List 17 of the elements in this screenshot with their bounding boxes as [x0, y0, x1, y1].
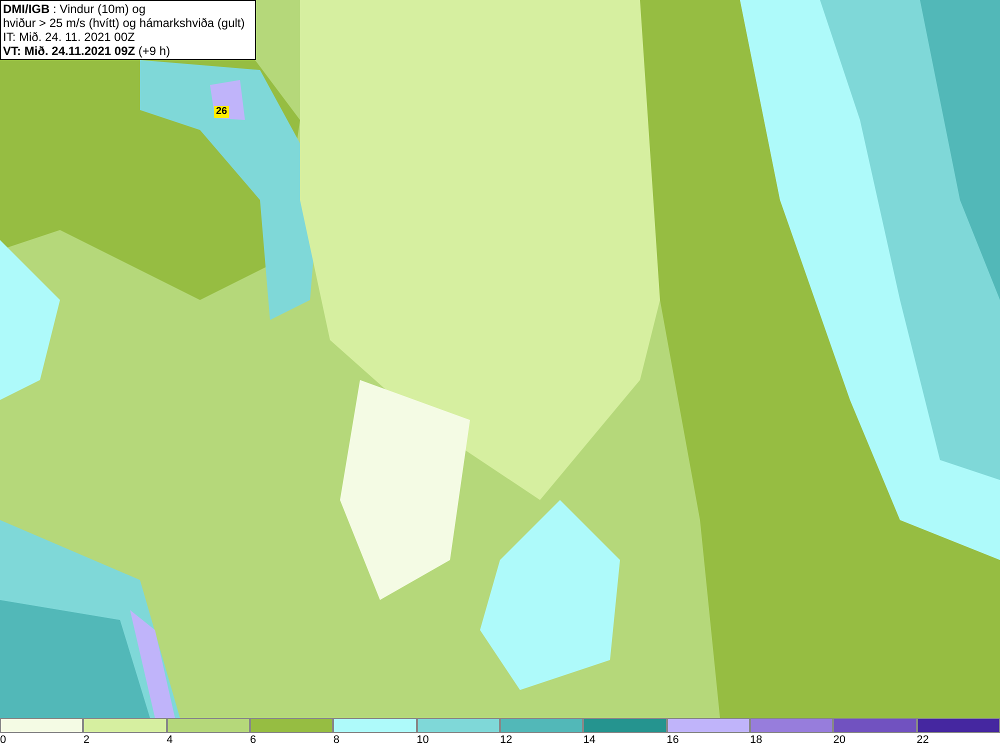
legend-label: 8	[333, 733, 340, 747]
legend-label: 14	[583, 733, 596, 747]
legend-label: 10	[416, 733, 429, 747]
title-line: hviður > 25 m/s (hvítt) og hámarkshviða (gult)	[3, 16, 246, 30]
legend-label: 18	[750, 733, 762, 747]
legend-label: 4	[166, 733, 173, 747]
legend-label: 22	[916, 733, 929, 747]
legend-label: 2	[83, 733, 90, 747]
legend-label: 0	[0, 733, 6, 747]
gust-label: 26	[214, 106, 230, 118]
title-line: IT: Mið. 24. 11. 2021 00Z	[3, 30, 136, 44]
legend-label: 6	[250, 733, 256, 747]
title-line: VT: Mið. 24.11.2021 09Z (+9 h)	[3, 44, 172, 58]
legend-label: 20	[833, 733, 846, 747]
legend-label: 16	[666, 733, 679, 747]
legend-label: 12	[500, 733, 512, 747]
title-line: DMI/IGB : Vindur (10m) og	[3, 2, 146, 16]
